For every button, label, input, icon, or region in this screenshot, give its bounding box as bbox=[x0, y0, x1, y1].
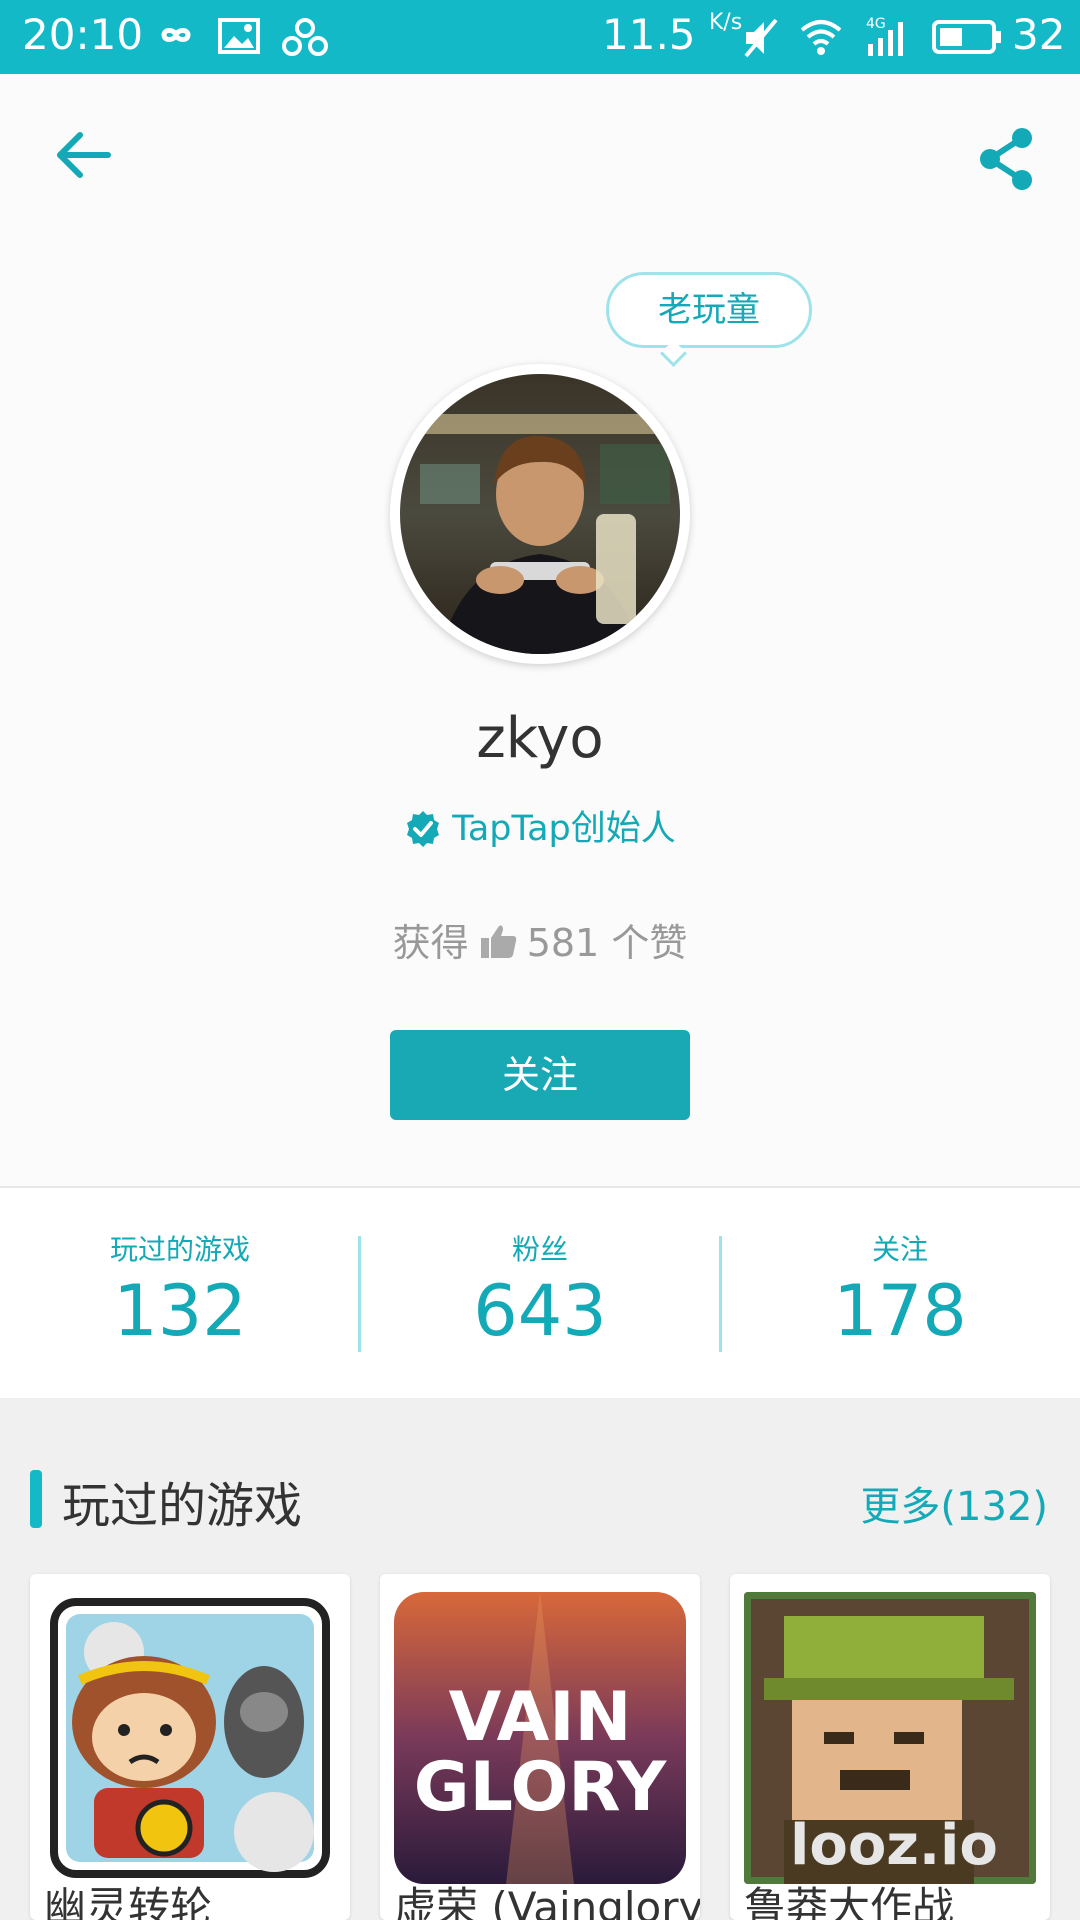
stat-label: 玩过的游戏 bbox=[109, 1233, 250, 1266]
game-card[interactable]: VAIN GLORY 虚荣 (Vainglory) bbox=[380, 1574, 700, 1920]
network-speed-value: 11.5 bbox=[602, 10, 696, 59]
network-speed-unit: K/s bbox=[708, 10, 743, 35]
thumbs-up-icon bbox=[480, 925, 516, 958]
player-title-badge: 老玩童 bbox=[606, 272, 812, 348]
game-icon-image: VAIN GLORY bbox=[394, 1592, 686, 1884]
stat-value: 178 bbox=[833, 1270, 967, 1352]
stat-label: 关注 bbox=[871, 1233, 928, 1266]
verified-title-text: TapTap创始人 bbox=[452, 809, 676, 849]
share-icon[interactable] bbox=[976, 126, 1036, 192]
verified-title: TapTap创始人 bbox=[0, 800, 1080, 851]
avatar[interactable] bbox=[390, 364, 690, 664]
username: zkyo bbox=[476, 706, 604, 771]
battery-icon bbox=[932, 20, 1001, 54]
battery-level: 32 bbox=[1012, 10, 1066, 59]
game-card[interactable]: 幽灵转轮 bbox=[30, 1574, 350, 1920]
played-games-section: 玩过的游戏 更多(132) 幽灵转轮 VAIN GLORY 虚荣 (Vaingl… bbox=[0, 1398, 1080, 1920]
section-title: 玩过的游戏 bbox=[62, 1478, 303, 1534]
more-games-link[interactable]: 更多(132) bbox=[860, 1474, 1048, 1532]
signal-4g-icon: 4G bbox=[866, 16, 903, 56]
follow-button[interactable]: 关注 bbox=[390, 1030, 690, 1120]
svg-text:VAIN: VAIN bbox=[449, 1678, 632, 1757]
game-title: 鲁莽大作战 bbox=[744, 1883, 955, 1920]
stat-value: 132 bbox=[113, 1270, 247, 1352]
game-title: 虚荣 (Vainglory) bbox=[394, 1883, 700, 1920]
stat-value: 643 bbox=[473, 1270, 607, 1352]
back-arrow-icon[interactable] bbox=[54, 130, 114, 180]
status-bar: 20:10 11.5 K/s 4G 32 bbox=[0, 0, 1080, 74]
sync-icon bbox=[282, 18, 328, 56]
game-card[interactable]: looz.io 鲁莽大作战 bbox=[730, 1574, 1050, 1920]
likes-summary: 获得 581 个赞 bbox=[0, 912, 1080, 967]
game-icon-image bbox=[44, 1592, 336, 1884]
mute-icon bbox=[744, 18, 778, 58]
section-marker bbox=[30, 1470, 42, 1528]
likes-prefix: 获得 bbox=[392, 921, 469, 965]
stats-bar: 玩过的游戏 132 粉丝 643 关注 178 bbox=[0, 1188, 1080, 1398]
svg-text:looz.io: looz.io bbox=[790, 1813, 998, 1878]
image-icon bbox=[218, 18, 260, 54]
svg-text:GLORY: GLORY bbox=[414, 1748, 667, 1827]
game-title: 幽灵转轮 bbox=[44, 1883, 213, 1920]
likes-count: 581 bbox=[526, 921, 600, 965]
network-speed: 11.5 K/s bbox=[602, 10, 742, 59]
infinity-icon bbox=[161, 28, 191, 42]
wifi-icon bbox=[800, 20, 842, 55]
stat-label: 粉丝 bbox=[511, 1233, 568, 1266]
svg-text:4G: 4G bbox=[866, 16, 886, 32]
avatar-photo bbox=[400, 374, 680, 654]
status-time: 20:10 bbox=[22, 10, 144, 59]
game-icon-image: looz.io bbox=[744, 1592, 1036, 1884]
likes-suffix: 个赞 bbox=[611, 921, 688, 965]
verified-badge-icon bbox=[407, 811, 440, 847]
